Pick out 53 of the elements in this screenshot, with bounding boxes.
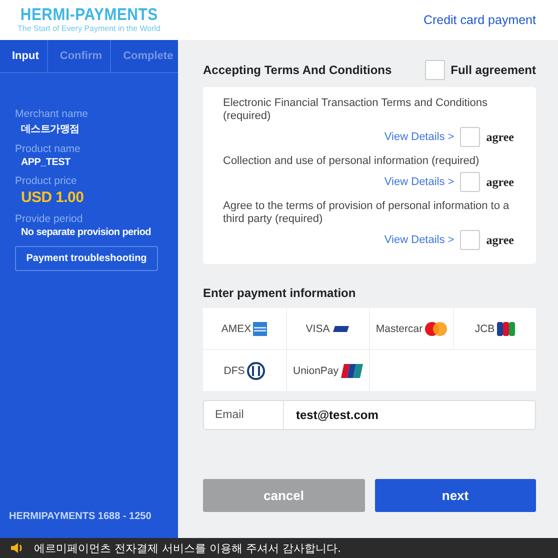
term-text: Electronic Financial Transaction Terms and Conditions (required) (223, 97, 489, 123)
card-option[interactable]: AMEX (203, 308, 286, 349)
card-name: UnionPay (292, 364, 339, 376)
tagline: The Start of Every Payment in the World (17, 24, 161, 34)
card-name: VISA (306, 322, 330, 334)
field-label: Product name (15, 143, 82, 155)
next-button[interactable]: next (374, 479, 536, 512)
speaker-icon (10, 542, 24, 554)
checkbox-label: Full agreement (450, 63, 536, 77)
troubleshooting-button[interactable]: Payment troubleshooting (15, 246, 158, 271)
checkbox[interactable] (460, 230, 480, 250)
field-label: Email (204, 401, 284, 429)
field-value: APP_TEST (21, 157, 72, 168)
card-icon (332, 324, 350, 332)
card-icon (340, 364, 363, 378)
view-details-link[interactable]: View Details > (384, 176, 454, 188)
view-details-link[interactable]: View Details > (384, 234, 454, 246)
checkbox-label: agree (486, 232, 514, 248)
phone-number: HERMIPAYMENTS 1688 - 1250 (8, 511, 152, 524)
price-value: USD 1.00 (21, 189, 85, 206)
field-value: 데스트가맹점 (21, 123, 80, 136)
circle-icon (246, 362, 265, 380)
card-icon (253, 322, 268, 336)
card-name: JCB (474, 322, 495, 334)
card-option[interactable]: JCB (454, 308, 536, 349)
checkbox-label: agree (486, 130, 514, 144)
section-title: Enter payment information (203, 286, 357, 300)
circles-icon (424, 322, 447, 336)
checkbox[interactable] (460, 172, 480, 192)
step-tab[interactable]: Input (0, 40, 48, 72)
checkbox[interactable] (460, 127, 480, 147)
notice-text: 에르미페이먼츠 전자결제 서비스를 이용해 주셔서 감사합니다. (34, 540, 341, 556)
field-label: Provide period (15, 213, 84, 225)
card-name: DFS (224, 364, 245, 376)
field-value: No separate provision period (21, 227, 152, 238)
card-option[interactable]: DFS (203, 350, 286, 391)
field-label: Merchant name (15, 108, 89, 120)
checkbox-label: agree (486, 174, 514, 190)
card-name: AMEX (221, 322, 252, 334)
card-option[interactable]: VISA (286, 308, 369, 349)
section-title: Accepting Terms And Conditions (203, 63, 392, 77)
logo: HERMI-PAYMENTS (20, 6, 158, 24)
card-option[interactable]: UnionPay (286, 350, 369, 391)
view-details-link[interactable]: View Details > (384, 131, 454, 143)
email-field[interactable]: Email test@test.com (203, 400, 536, 430)
checkbox[interactable] (424, 60, 445, 80)
field-label: Product price (15, 175, 78, 187)
page-title: Credit card payment (423, 13, 536, 27)
card-name: Mastercar (376, 322, 423, 334)
term-text: Agree to the terms of provision of personal information to a third party (required) (223, 200, 510, 226)
card-icon (496, 322, 515, 336)
term-text: Collection and use of personal information (required) (223, 155, 480, 168)
card-option[interactable]: Mastercar (370, 308, 452, 349)
